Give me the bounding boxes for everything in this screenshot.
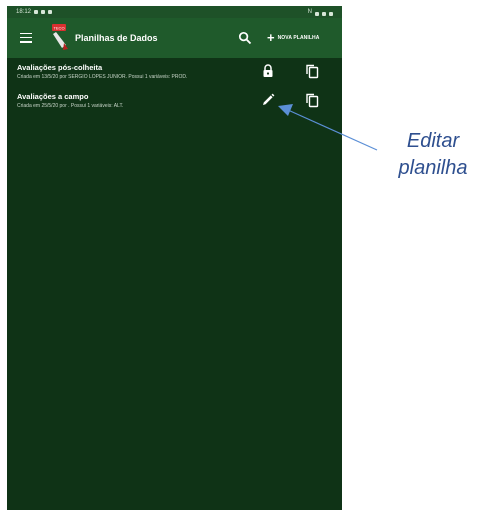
callout-arrow [278,104,378,151]
annotation-line: Editar [406,130,460,152]
annotation-line: planilha [398,157,468,179]
edit-sheet-annotation: Editar planilha [383,128,483,182]
